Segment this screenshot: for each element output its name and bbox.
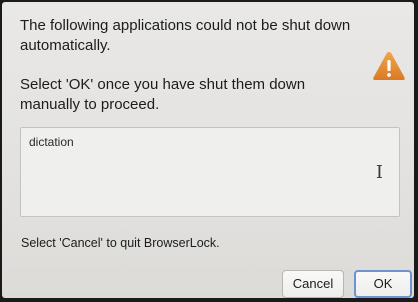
footer-instruction: Select 'Cancel' to quit BrowserLock. bbox=[21, 236, 220, 250]
text-cursor-icon: I bbox=[375, 162, 383, 183]
application-list-value: dictation bbox=[29, 135, 74, 149]
cancel-button[interactable]: Cancel bbox=[282, 270, 344, 298]
application-list-field[interactable]: dictation I bbox=[20, 127, 400, 217]
ok-button[interactable]: OK bbox=[354, 270, 412, 298]
warning-icon bbox=[373, 52, 405, 80]
alert-message-line-2: Select 'OK' once you have shut them down… bbox=[20, 76, 306, 113]
alert-message-line-1: The following applications could not be … bbox=[20, 17, 351, 54]
alert-message: The following applications could not be … bbox=[20, 16, 355, 115]
shutdown-alert-dialog: The following applications could not be … bbox=[2, 2, 414, 298]
